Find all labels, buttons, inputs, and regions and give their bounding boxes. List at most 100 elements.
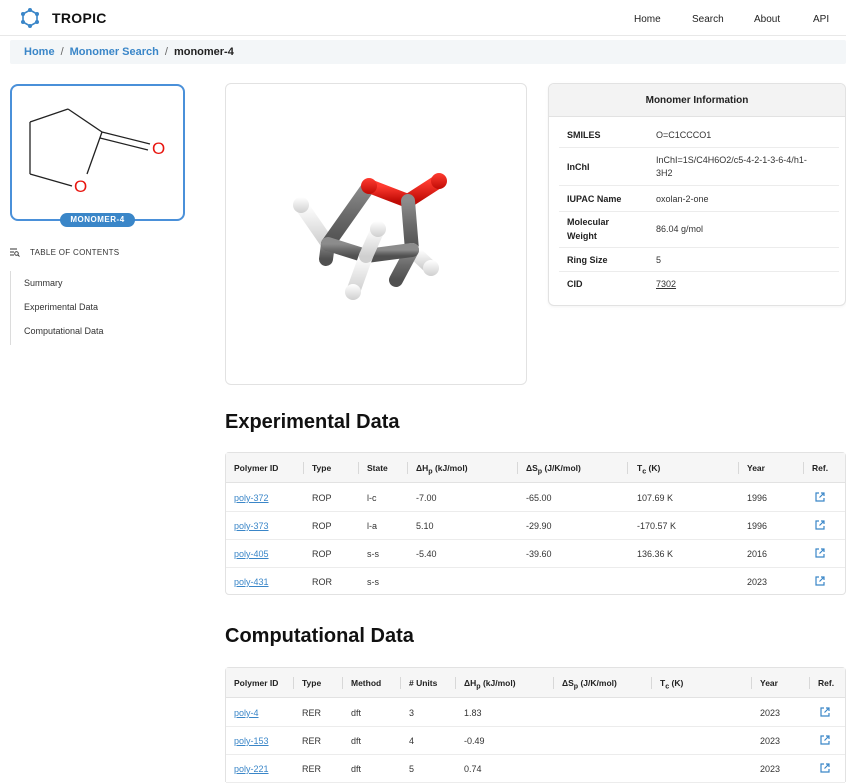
col-header-type[interactable]: Type xyxy=(302,668,321,698)
delta-s-unit: (J/K/mol) xyxy=(578,678,617,688)
double-bond xyxy=(99,137,149,151)
info-card-title: Monomer Information xyxy=(549,84,845,117)
polymer-id-link[interactable]: poly-4 xyxy=(234,708,259,718)
external-link-icon[interactable] xyxy=(820,735,830,745)
nav-link-home[interactable]: Home xyxy=(634,14,661,25)
cell-method: dft xyxy=(351,736,362,746)
column-divider xyxy=(651,677,652,689)
polymer-id-link[interactable]: poly-221 xyxy=(234,764,269,774)
toc-item-computational-data[interactable]: Computational Data xyxy=(24,326,104,336)
toc-item-summary[interactable]: Summary xyxy=(24,278,63,288)
cell-type: RER xyxy=(302,764,322,774)
cell-state: l-a xyxy=(367,521,378,531)
cid-link[interactable]: 7302 xyxy=(656,278,676,291)
col-header-ref[interactable]: Ref. xyxy=(818,668,834,698)
molecule-3d-viewer[interactable] xyxy=(225,83,527,385)
breadcrumb-monomer-search[interactable]: Monomer Search xyxy=(70,46,159,58)
cell-method: dft xyxy=(351,764,362,774)
column-divider xyxy=(293,677,294,689)
col-header-delta-h[interactable]: ΔHp (kJ/mol) xyxy=(416,453,468,483)
col-header-delta-h[interactable]: ΔHp (kJ/mol) xyxy=(464,668,516,698)
brand[interactable]: TROPIC xyxy=(20,8,107,28)
breadcrumb-separator: / xyxy=(164,46,168,58)
oxygen-atom-label: O xyxy=(74,177,87,196)
col-header-year[interactable]: Year xyxy=(760,668,778,698)
info-label: Weight xyxy=(567,231,597,241)
info-label: IUPAC Name xyxy=(567,194,622,204)
external-link-icon[interactable] xyxy=(815,576,825,586)
bond xyxy=(67,108,103,133)
info-row-smiles: SMILES O=C1CCCO1 xyxy=(559,122,839,148)
structure-card: O O xyxy=(10,84,185,221)
polymer-id-link[interactable]: poly-372 xyxy=(234,493,269,503)
experimental-data-heading: Experimental Data xyxy=(225,411,400,433)
col-header-year[interactable]: Year xyxy=(747,453,765,483)
tc-unit: (K) xyxy=(646,463,661,473)
cell-delta-h: -5.40 xyxy=(416,549,437,559)
polymer-id-link[interactable]: poly-431 xyxy=(234,577,269,587)
column-divider xyxy=(517,462,518,474)
cell-year: 2016 xyxy=(747,549,768,559)
nav-link-api[interactable]: API xyxy=(813,14,829,25)
col-header-method[interactable]: Method xyxy=(351,668,381,698)
toc-item-experimental-data[interactable]: Experimental Data xyxy=(24,302,98,312)
hydrogen-atom xyxy=(293,197,309,213)
structure-drawing: O O xyxy=(29,108,165,196)
cell-state: l-c xyxy=(367,493,377,503)
cell-tc: -170.57 K xyxy=(637,521,677,531)
delta-h-unit: (kJ/mol) xyxy=(432,463,468,473)
cell-delta-h: 1.83 xyxy=(464,708,482,718)
column-divider xyxy=(809,677,810,689)
info-value: 86.04 g/mol xyxy=(656,224,704,234)
cell-delta-h: 5.10 xyxy=(416,521,434,531)
external-link-icon[interactable] xyxy=(815,548,825,558)
nav-link-about[interactable]: About xyxy=(754,14,780,25)
cell-delta-h: 0.74 xyxy=(464,764,482,774)
external-link-icon[interactable] xyxy=(815,492,825,502)
cell-state: s-s xyxy=(367,549,379,559)
column-divider xyxy=(455,677,456,689)
col-header-units[interactable]: # Units xyxy=(409,668,437,698)
cell-type: ROP xyxy=(312,493,332,503)
top-navbar: TROPIC Home Search About API xyxy=(0,0,846,36)
breadcrumb-home[interactable]: Home xyxy=(24,46,55,58)
experimental-data-table: Polymer ID Type State ΔHp (kJ/mol) ΔSp (… xyxy=(225,452,846,595)
info-row-cid: CID 7302 xyxy=(559,272,839,296)
polymer-id-link[interactable]: poly-153 xyxy=(234,736,269,746)
col-header-delta-s[interactable]: ΔSp (J/K/mol) xyxy=(526,453,581,483)
col-header-type[interactable]: Type xyxy=(312,453,331,483)
table-row: poly-405 ROP s-s -5.40 -39.60 136.36 K 2… xyxy=(226,540,845,568)
hydrogen-atom xyxy=(345,284,361,300)
polymer-id-link[interactable]: poly-373 xyxy=(234,521,269,531)
column-divider xyxy=(751,677,752,689)
col-header-ref[interactable]: Ref. xyxy=(812,453,828,483)
cell-year: 1996 xyxy=(747,493,768,503)
breadcrumb-separator: / xyxy=(60,46,64,58)
column-divider xyxy=(803,462,804,474)
cell-delta-s: -65.00 xyxy=(526,493,552,503)
molecule-bonds xyxy=(294,174,446,299)
table-row: poly-431 ROR s-s 2023 xyxy=(226,568,845,596)
external-link-icon[interactable] xyxy=(820,707,830,717)
col-header-state[interactable]: State xyxy=(367,453,388,483)
col-header-polymer-id[interactable]: Polymer ID xyxy=(234,668,278,698)
column-divider xyxy=(400,677,401,689)
external-link-icon[interactable] xyxy=(820,763,830,773)
double-bond xyxy=(101,131,151,145)
col-header-delta-s[interactable]: ΔSp (J/K/mol) xyxy=(562,668,617,698)
col-header-tc[interactable]: Tc (K) xyxy=(637,453,660,483)
col-header-tc[interactable]: Tc (K) xyxy=(660,668,683,698)
info-value: oxolan-2-one xyxy=(656,194,709,204)
table-row: poly-372 ROP l-c -7.00 -65.00 107.69 K 1… xyxy=(226,484,845,512)
table-header: Polymer ID Type Method # Units ΔHp (kJ/m… xyxy=(226,668,845,698)
column-divider xyxy=(553,677,554,689)
nav-link-search[interactable]: Search xyxy=(692,14,724,25)
external-link-icon[interactable] xyxy=(815,520,825,530)
info-row-inchi: InChI InChI=1S/C4H6O2/c5-4-2-1-3-6-4/h1-… xyxy=(559,148,839,186)
table-header: Polymer ID Type State ΔHp (kJ/mol) ΔSp (… xyxy=(226,453,845,483)
hexagon-logo-icon xyxy=(21,8,39,28)
cell-delta-s: -39.60 xyxy=(526,549,552,559)
col-header-polymer-id[interactable]: Polymer ID xyxy=(234,453,278,483)
oxygen-atom-label: O xyxy=(152,139,165,158)
polymer-id-link[interactable]: poly-405 xyxy=(234,549,269,559)
